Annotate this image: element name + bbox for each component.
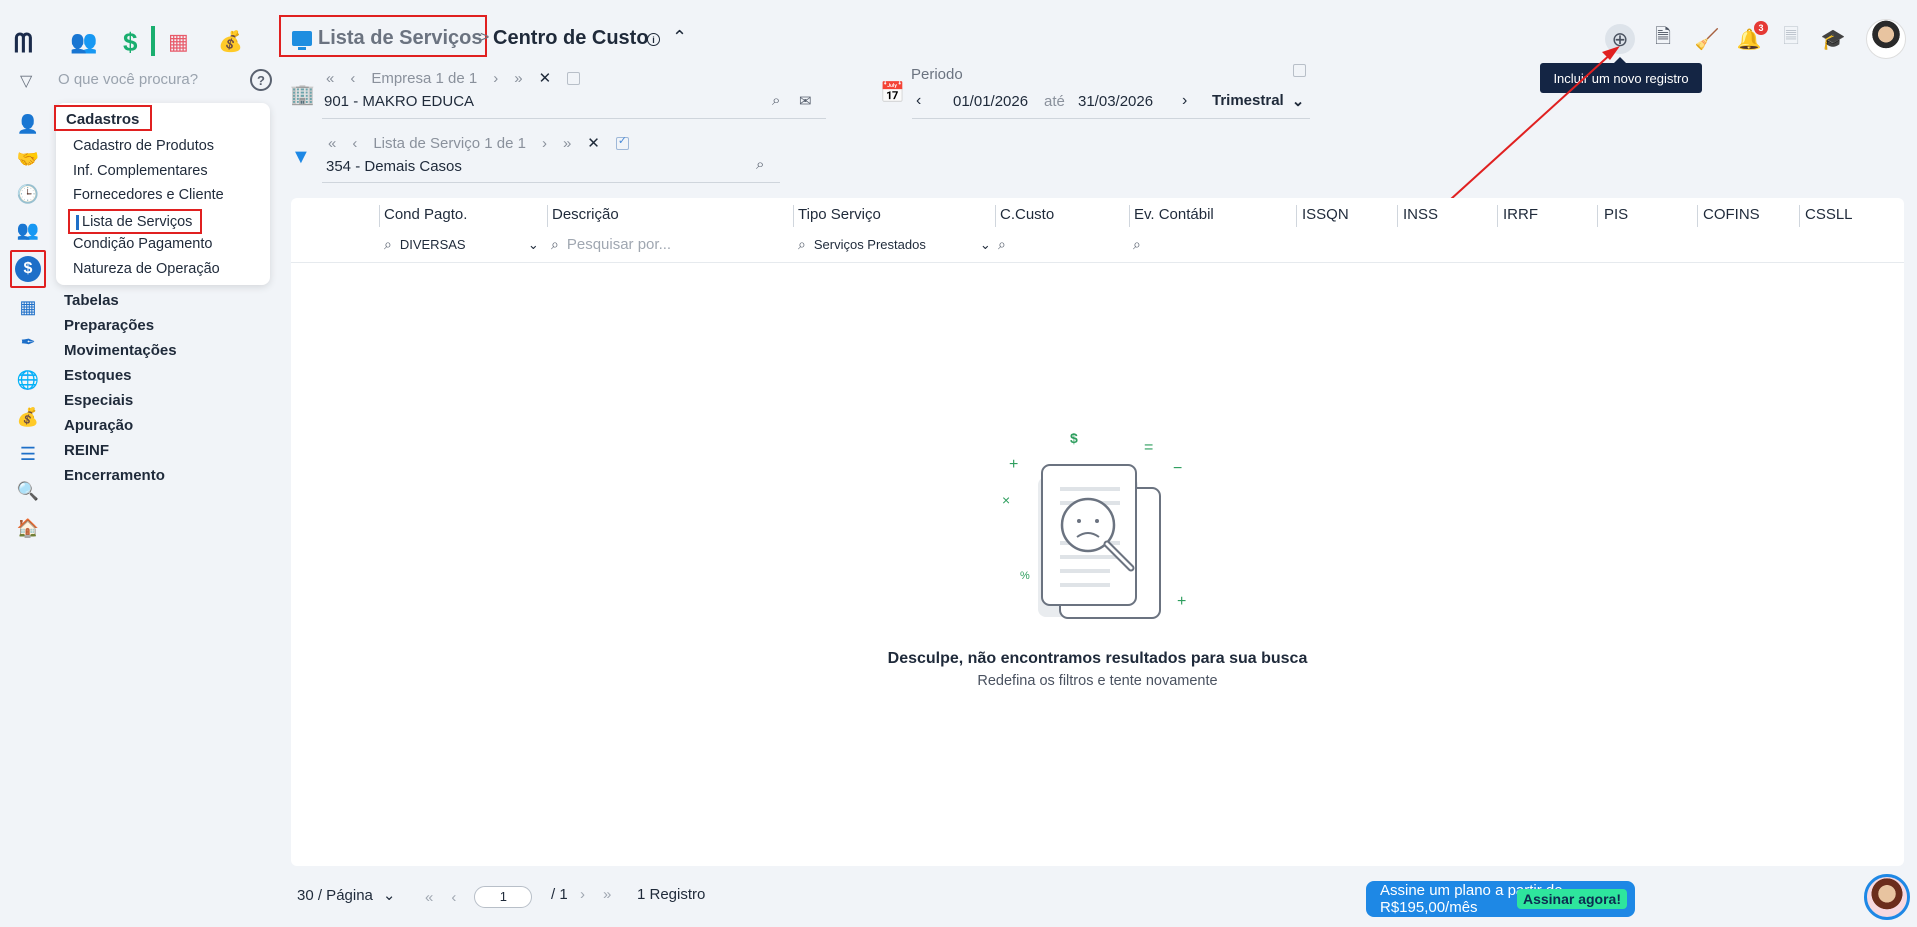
subscribe-button[interactable]: Assinar agora! [1516, 889, 1627, 909]
record-count: 1 Registro [637, 886, 706, 903]
promo-banner[interactable]: Assine um plano a partir de R$195,00/mês… [1366, 881, 1635, 917]
support-avatar[interactable] [1864, 874, 1910, 920]
page-size-select[interactable]: 30 / Página ⌄ [297, 886, 396, 905]
first-page-icon[interactable]: « [425, 889, 433, 906]
page-number-input[interactable]: 1 [474, 886, 533, 908]
pagination: « ‹ 1 [425, 886, 533, 908]
empty-state: Desculpe, não encontramos resultados par… [291, 0, 1904, 927]
empty-state-title: Desculpe, não encontramos resultados par… [887, 650, 1308, 667]
prev-page-icon[interactable]: ‹ [451, 889, 456, 906]
pagination-next: › » [580, 886, 611, 903]
chevron-down-icon: ⌄ [382, 887, 396, 904]
page-size-value: 30 / Página [297, 886, 373, 904]
next-page-icon[interactable]: › [580, 886, 585, 903]
empty-state-subtitle: Redefina os filtros e tente novamente [977, 673, 1218, 689]
page-total: / 1 [551, 886, 568, 903]
last-page-icon[interactable]: » [603, 886, 611, 903]
